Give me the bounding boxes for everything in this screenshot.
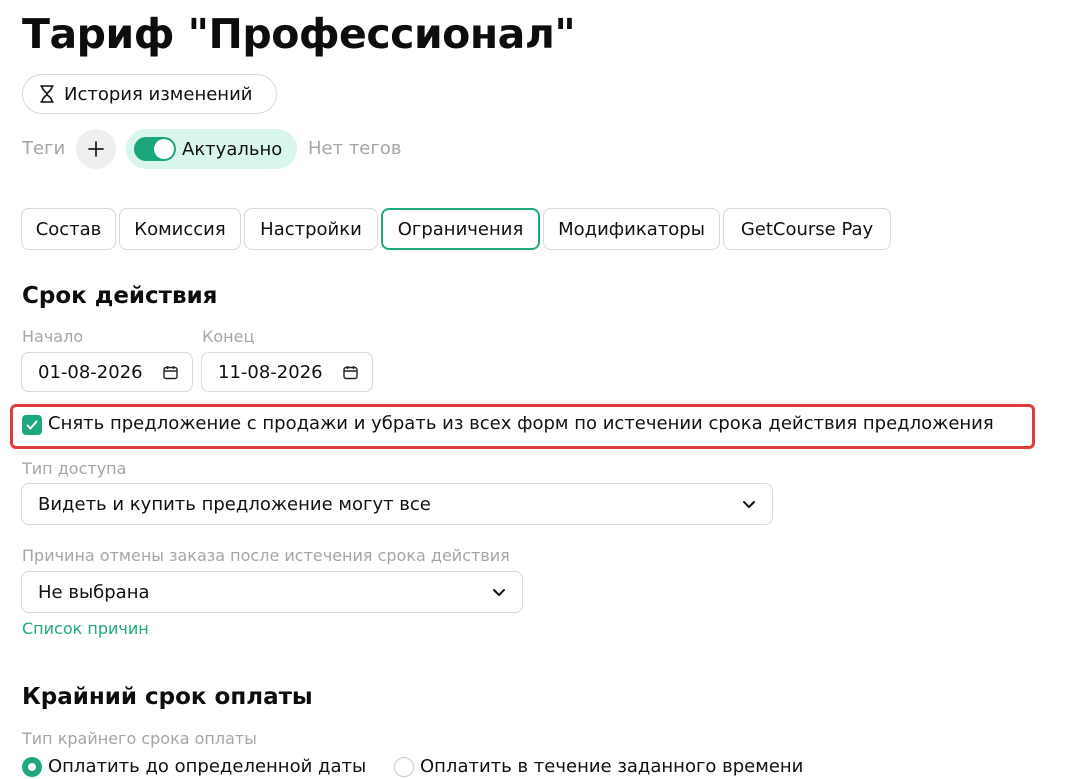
chevron-down-icon — [743, 500, 755, 508]
tab-modifiers[interactable]: Модификаторы — [543, 208, 720, 250]
calendar-icon — [163, 365, 178, 379]
end-date-value: 11-08-2026 — [218, 361, 323, 383]
tab-bar: Состав Комиссия Настройки Ограничения Мо… — [21, 208, 891, 250]
tags-label: Теги — [22, 138, 66, 159]
page-title: Тариф "Профессионал" — [22, 10, 576, 58]
no-tags-text: Нет тегов — [308, 138, 402, 159]
cancel-reason-value: Не выбрана — [38, 581, 150, 603]
tab-getcourse-pay[interactable]: GetCourse Pay — [723, 208, 891, 250]
status-pill: Актуально — [126, 129, 297, 169]
tab-settings[interactable]: Настройки — [244, 208, 378, 250]
access-type-label: Тип доступа — [22, 459, 127, 478]
cancel-reason-select[interactable]: Не выбрана — [21, 571, 523, 613]
radio-within-time[interactable]: Оплатить в течение заданного времени — [394, 756, 803, 777]
access-type-select[interactable]: Видеть и купить предложение могут все — [21, 483, 773, 525]
radio-until-date[interactable]: Оплатить до определенной даты — [22, 756, 366, 777]
cancel-reason-label: Причина отмены заказа после истечения ср… — [22, 546, 510, 565]
hourglass-icon — [40, 85, 54, 103]
add-tag-button[interactable] — [76, 129, 116, 169]
toggle-knob — [154, 139, 174, 159]
validity-section-title: Срок действия — [22, 283, 218, 309]
tab-composition[interactable]: Состав — [21, 208, 116, 250]
withdraw-checkbox-label[interactable]: Снять предложение с продажи и убрать из … — [48, 413, 994, 434]
history-button-label: История изменений — [64, 83, 253, 105]
start-date-label: Начало — [22, 327, 84, 346]
status-toggle[interactable] — [134, 137, 176, 161]
start-date-input[interactable]: 01-08-2026 — [21, 352, 193, 392]
payment-deadline-type-label: Тип крайнего срока оплаты — [22, 729, 257, 748]
chevron-down-icon — [493, 588, 505, 596]
withdraw-checkbox[interactable] — [22, 415, 42, 435]
radio-selected-icon — [22, 756, 42, 777]
history-button[interactable]: История изменений — [22, 74, 277, 114]
start-date-value: 01-08-2026 — [38, 361, 143, 383]
payment-deadline-title: Крайний срок оплаты — [22, 684, 313, 710]
radio-within-time-label: Оплатить в течение заданного времени — [420, 756, 804, 777]
radio-until-date-label: Оплатить до определенной даты — [48, 756, 367, 777]
status-label: Актуально — [182, 138, 283, 160]
calendar-icon — [343, 365, 358, 379]
plus-icon — [88, 141, 104, 157]
reasons-list-link[interactable]: Список причин — [22, 619, 149, 638]
end-date-input[interactable]: 11-08-2026 — [201, 352, 373, 392]
end-date-label: Конец — [202, 327, 255, 346]
tab-restrictions[interactable]: Ограничения — [381, 208, 540, 250]
checkmark-icon — [26, 420, 38, 430]
tab-commission[interactable]: Комиссия — [119, 208, 241, 250]
access-type-value: Видеть и купить предложение могут все — [38, 493, 431, 515]
radio-unselected-icon — [394, 756, 414, 777]
